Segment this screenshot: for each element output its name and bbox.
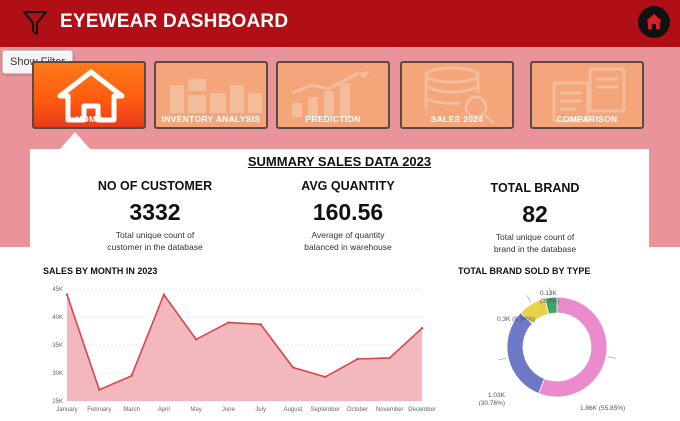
x-tick-label: October (347, 407, 368, 413)
x-tick-label: June (222, 407, 236, 413)
tab-comparison[interactable]: COMPARISON (530, 61, 644, 129)
brand-donut-chart: 1.86K (55.85%) 1.03K(30.76%) 0.3K (8.94%) 0… (479, 287, 625, 412)
sales-data-point[interactable] (227, 321, 230, 324)
summary-panel: SUMMARY SALES DATA 2023 NO OF CUSTOMER 3… (30, 149, 649, 418)
kpi-customers-desc-line2: customer in the database (107, 242, 203, 252)
donut-slice[interactable] (506, 312, 545, 394)
x-tick-label: May (190, 407, 201, 413)
tab-inventory-label: INVENTORY ANALYSIS (161, 114, 261, 124)
tab-sales-2024[interactable]: SALES 2024 (400, 61, 514, 129)
sales-data-point[interactable] (259, 323, 262, 326)
x-tick-label: March (123, 407, 140, 413)
tab-prediction-label: PREDICTION (305, 114, 361, 124)
kpi-avg-quantity-desc: Average of quantity balanced in warehous… (258, 229, 438, 253)
sales-chart-title: SALES BY MONTH IN 2023 (43, 266, 158, 276)
sales-data-point[interactable] (65, 293, 69, 296)
kpi-total-brand-desc-line1: Total unique count of (495, 232, 575, 242)
active-tab-pointer (60, 132, 90, 149)
donut-data-label: 0.13K (540, 290, 558, 297)
x-tick-label: November (376, 407, 404, 413)
sales-area-fill (67, 294, 422, 401)
kpi-total-brand: TOTAL BRAND 82 Total unique count of bra… (445, 181, 625, 255)
y-tick-label: 25K (52, 399, 63, 405)
x-tick-label: September (311, 407, 340, 413)
donut-leader-line (498, 357, 507, 361)
y-tick-label: 45K (52, 287, 63, 293)
sales-area-chart: 25K 30K 35K 40K 45K January February March April… (52, 287, 436, 413)
sales-data-point[interactable] (291, 366, 295, 369)
y-tick-label: 30K (52, 371, 63, 377)
kpi-total-brand-value: 82 (522, 201, 548, 227)
y-tick-label: 35K (52, 343, 63, 349)
x-tick-label: April (158, 407, 170, 413)
dashboard-title: EYEWEAR DASHBOARD (60, 11, 289, 32)
tab-prediction[interactable]: PREDICTION (276, 61, 390, 129)
sales-data-point[interactable] (194, 338, 198, 341)
x-tick-label: August (284, 407, 303, 413)
kpi-total-brand-desc-line2: brand in the database (493, 244, 577, 254)
kpi-customers-title: NO OF CUSTOMER (97, 179, 213, 193)
kpi-customers: NO OF CUSTOMER 3332 Total unique count o… (65, 179, 245, 253)
filter-icon[interactable] (22, 9, 48, 37)
x-tick-label: July (255, 407, 266, 413)
donut-leader-line (526, 295, 531, 303)
sales-data-point[interactable] (420, 327, 424, 330)
donut-data-label: 0.3K (8.94%) (497, 316, 535, 323)
donut-leader-line (608, 356, 616, 359)
brand-chart-title: TOTAL BRAND SOLD BY TYPE (458, 266, 591, 276)
sales-data-point[interactable] (388, 356, 391, 360)
sales-data-point[interactable] (98, 388, 101, 391)
kpi-customers-value: 3332 (129, 199, 181, 225)
tab-home[interactable]: HOME (32, 61, 146, 129)
sales-data-point[interactable] (356, 357, 359, 361)
kpi-avg-quantity-desc-line2: balanced in warehouse (304, 242, 392, 252)
donut-data-label: 1.03K (488, 392, 506, 399)
home-button[interactable] (638, 6, 670, 38)
sales-data-point[interactable] (162, 293, 166, 296)
x-tick-label: December (408, 407, 436, 413)
home-icon (646, 14, 662, 29)
kpi-avg-quantity-title: AVG QUANTITY (301, 179, 395, 193)
kpi-avg-quantity-desc-line1: Average of quantity (311, 230, 385, 240)
donut-data-label: (30.76%) (479, 400, 505, 407)
kpi-total-brand-desc: Total unique count of brand in the datab… (445, 231, 625, 255)
sales-data-point[interactable] (130, 374, 133, 377)
kpi-avg-quantity-value: 160.56 (312, 199, 384, 225)
sales-data-point[interactable] (323, 375, 327, 379)
kpi-customers-desc: Total unique count of customer in the da… (65, 229, 245, 253)
kpi-customers-desc-line1: Total unique count of (115, 230, 195, 240)
tab-sales-2024-label: SALES 2024 (430, 114, 484, 124)
summary-title: SUMMARY SALES DATA 2023 (247, 154, 432, 169)
donut-data-label: (3.9%) (540, 298, 559, 305)
y-tick-label: 40K (52, 315, 63, 321)
tab-comparison-label: COMPARISON (556, 114, 618, 124)
donut-data-label: 1.86K (55.85%) (580, 405, 625, 412)
tab-home-label: HOME (75, 114, 103, 124)
x-tick-label: February (87, 407, 111, 413)
tab-inventory-analysis[interactable]: INVENTORY ANALYSIS (154, 61, 268, 129)
kpi-total-brand-title: TOTAL BRAND (490, 181, 580, 195)
header-bar: EYEWEAR DASHBOARD (0, 0, 680, 47)
x-tick-label: January (56, 407, 77, 413)
kpi-avg-quantity: AVG QUANTITY 160.56 Average of quantity … (258, 179, 438, 253)
